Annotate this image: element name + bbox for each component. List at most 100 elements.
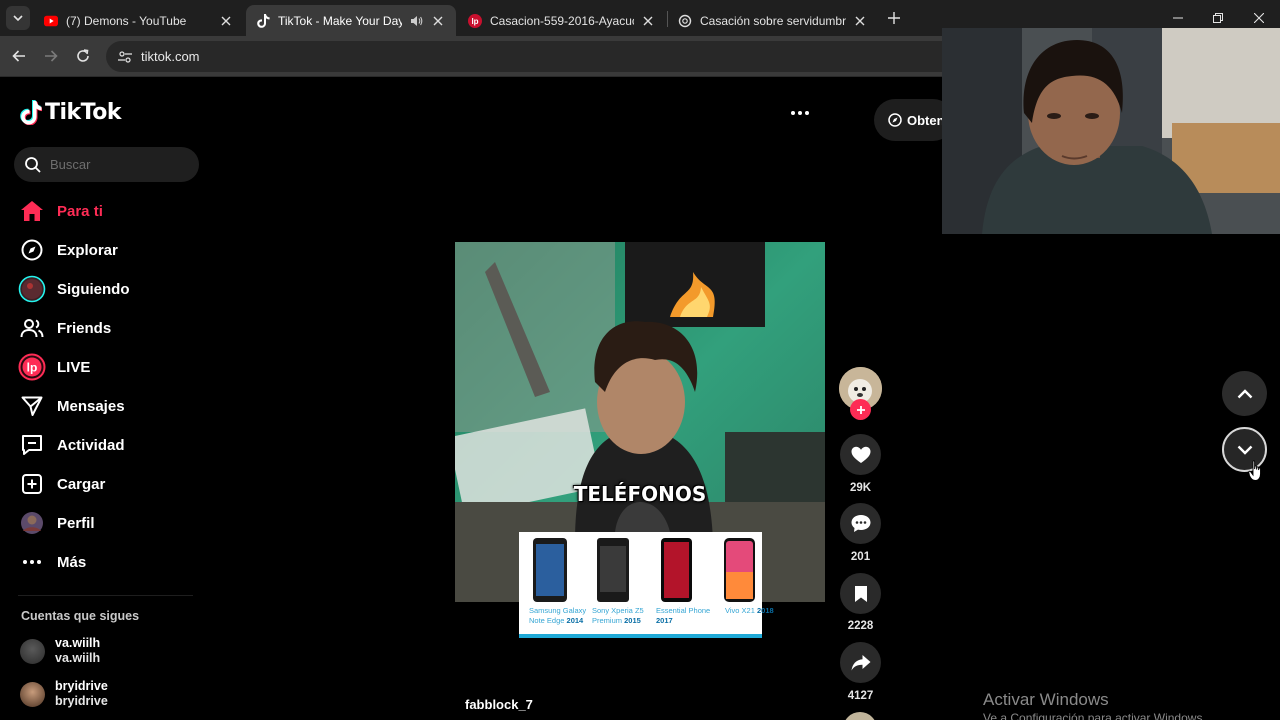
like-count: 29K xyxy=(849,482,872,494)
nav-item-perfil[interactable]: Perfil xyxy=(18,508,95,538)
avatar xyxy=(20,638,45,664)
share-icon xyxy=(851,655,870,671)
nav-label: Siguiendo xyxy=(57,280,130,298)
nav-item-actividad[interactable]: Actividad xyxy=(18,430,125,460)
close-tab-icon[interactable] xyxy=(640,13,656,29)
nav-item-live[interactable]: lp LIVE xyxy=(18,352,90,382)
nav-label: Para ti xyxy=(57,202,103,220)
following-icon xyxy=(18,275,46,303)
tab-chatgpt[interactable]: Casación sobre servidumbre pa xyxy=(668,5,878,36)
nav-item-explorar[interactable]: Explorar xyxy=(18,235,118,265)
tab-casacion-pdf[interactable]: lp Casacion-559-2016-Ayacucho-L xyxy=(458,5,666,36)
phone-label: Samsung Galaxy Note Edge 2014 xyxy=(529,606,587,625)
share-button[interactable] xyxy=(840,642,881,683)
following-account-item[interactable]: va.wiilh va.wiilh xyxy=(20,634,100,668)
sidebar-divider xyxy=(18,595,193,596)
chevron-down-icon xyxy=(1237,445,1252,455)
live-icon: lp xyxy=(18,353,46,381)
close-tab-icon[interactable] xyxy=(430,13,446,29)
search-icon xyxy=(25,156,41,173)
restore-button[interactable] xyxy=(1208,8,1228,28)
close-icon xyxy=(1254,13,1264,23)
phones-comparison-image: Samsung Galaxy Note Edge 2014 Sony Xperi… xyxy=(519,532,774,638)
phones-row xyxy=(533,538,755,602)
nav-label: Friends xyxy=(57,319,112,337)
lp-icon: lp xyxy=(468,13,482,28)
minimize-icon xyxy=(1173,17,1183,19)
like-button[interactable] xyxy=(840,434,881,475)
nav-label: Más xyxy=(57,553,87,571)
windows-activation-title: Activar Windows xyxy=(983,690,1109,709)
previous-video-button[interactable] xyxy=(1222,371,1267,416)
windows-activation-subtitle: Ve a Configuración para activar Windows. xyxy=(983,711,1206,720)
nav-label: Explorar xyxy=(57,241,118,259)
tiktok-icon xyxy=(256,13,270,28)
compass-icon xyxy=(18,236,46,264)
video-author[interactable]: fabblock_7 xyxy=(465,697,533,712)
save-button[interactable] xyxy=(840,573,881,614)
phone-label: Essential Phone 2017 xyxy=(656,606,711,625)
nav-item-mas[interactable]: Más xyxy=(18,547,86,577)
profile-icon xyxy=(18,509,46,537)
account-name: va.wiilh xyxy=(55,636,101,650)
account-handle: va.wiilh xyxy=(55,651,101,665)
nav-label: Actividad xyxy=(57,436,125,454)
search-placeholder: Buscar xyxy=(50,157,91,172)
new-tab-button[interactable] xyxy=(884,8,904,28)
sound-avatar[interactable] xyxy=(843,712,877,720)
nav-item-cargar[interactable]: Cargar xyxy=(18,469,105,499)
comment-button[interactable] xyxy=(840,503,881,544)
tab-title: TikTok - Make Your Day xyxy=(278,13,402,28)
nav-label: LIVE xyxy=(57,358,91,376)
svg-text:lp: lp xyxy=(27,361,38,375)
screen: { "browser": { "tabs": [ {"title": "(7) … xyxy=(0,0,1280,720)
more-icon xyxy=(18,548,46,576)
nav-label: Cargar xyxy=(57,475,106,493)
speaker-icon[interactable] xyxy=(408,13,424,29)
video-caption-overlay: TELÉFONOS xyxy=(573,482,707,506)
close-tab-icon[interactable] xyxy=(218,13,234,29)
plus-icon xyxy=(888,12,900,24)
nav-item-para-ti[interactable]: Para ti xyxy=(18,196,103,226)
url-text: tiktok.com xyxy=(141,49,200,64)
back-button[interactable] xyxy=(7,44,31,68)
reload-button[interactable] xyxy=(71,44,95,68)
tab-title: (7) Demons - YouTube xyxy=(66,13,187,28)
arrow-left-icon xyxy=(12,50,25,62)
nav-label: Perfil xyxy=(57,514,95,532)
account-handle: bryidrive xyxy=(55,694,108,708)
friends-icon xyxy=(18,314,46,342)
search-input[interactable]: Buscar xyxy=(14,147,199,182)
following-account-item[interactable]: bryidrive bryidrive xyxy=(20,677,108,711)
arrow-right-icon xyxy=(45,50,58,62)
tab-title: Casación sobre servidumbre pa xyxy=(700,13,846,28)
save-count: 2228 xyxy=(847,620,874,632)
site-settings-icon[interactable] xyxy=(115,47,135,67)
tab-tiktok[interactable]: TikTok - Make Your Day xyxy=(246,5,456,36)
phone-label: Vivo X21 2018 xyxy=(725,606,774,615)
upload-icon xyxy=(18,470,46,498)
activity-icon xyxy=(18,431,46,459)
logo-wordmark: TikTok xyxy=(45,100,122,125)
send-icon xyxy=(18,392,46,420)
nav-item-friends[interactable]: Friends xyxy=(18,313,111,343)
tab-search-button[interactable] xyxy=(6,6,30,30)
comment-count: 201 xyxy=(850,551,871,563)
youtube-icon xyxy=(44,14,58,28)
heart-icon xyxy=(851,446,870,463)
nav-item-siguiendo[interactable]: Siguiendo xyxy=(18,274,130,304)
get-app-label: Obten xyxy=(907,112,945,128)
minimize-button[interactable] xyxy=(1168,8,1188,28)
close-tab-icon[interactable] xyxy=(852,13,868,29)
tab-youtube[interactable]: (7) Demons - YouTube xyxy=(34,5,244,36)
bookmark-icon xyxy=(854,585,867,602)
close-window-button[interactable] xyxy=(1249,8,1269,28)
tiktok-logo[interactable]: TikTok xyxy=(20,100,122,125)
follow-button[interactable] xyxy=(850,399,871,420)
home-icon xyxy=(18,197,46,225)
forward-button[interactable] xyxy=(39,44,63,68)
comment-icon xyxy=(851,515,870,532)
nav-item-mensajes[interactable]: Mensajes xyxy=(18,391,125,421)
tiktok-logo-icon xyxy=(20,100,42,125)
more-options-button[interactable] xyxy=(787,105,813,121)
